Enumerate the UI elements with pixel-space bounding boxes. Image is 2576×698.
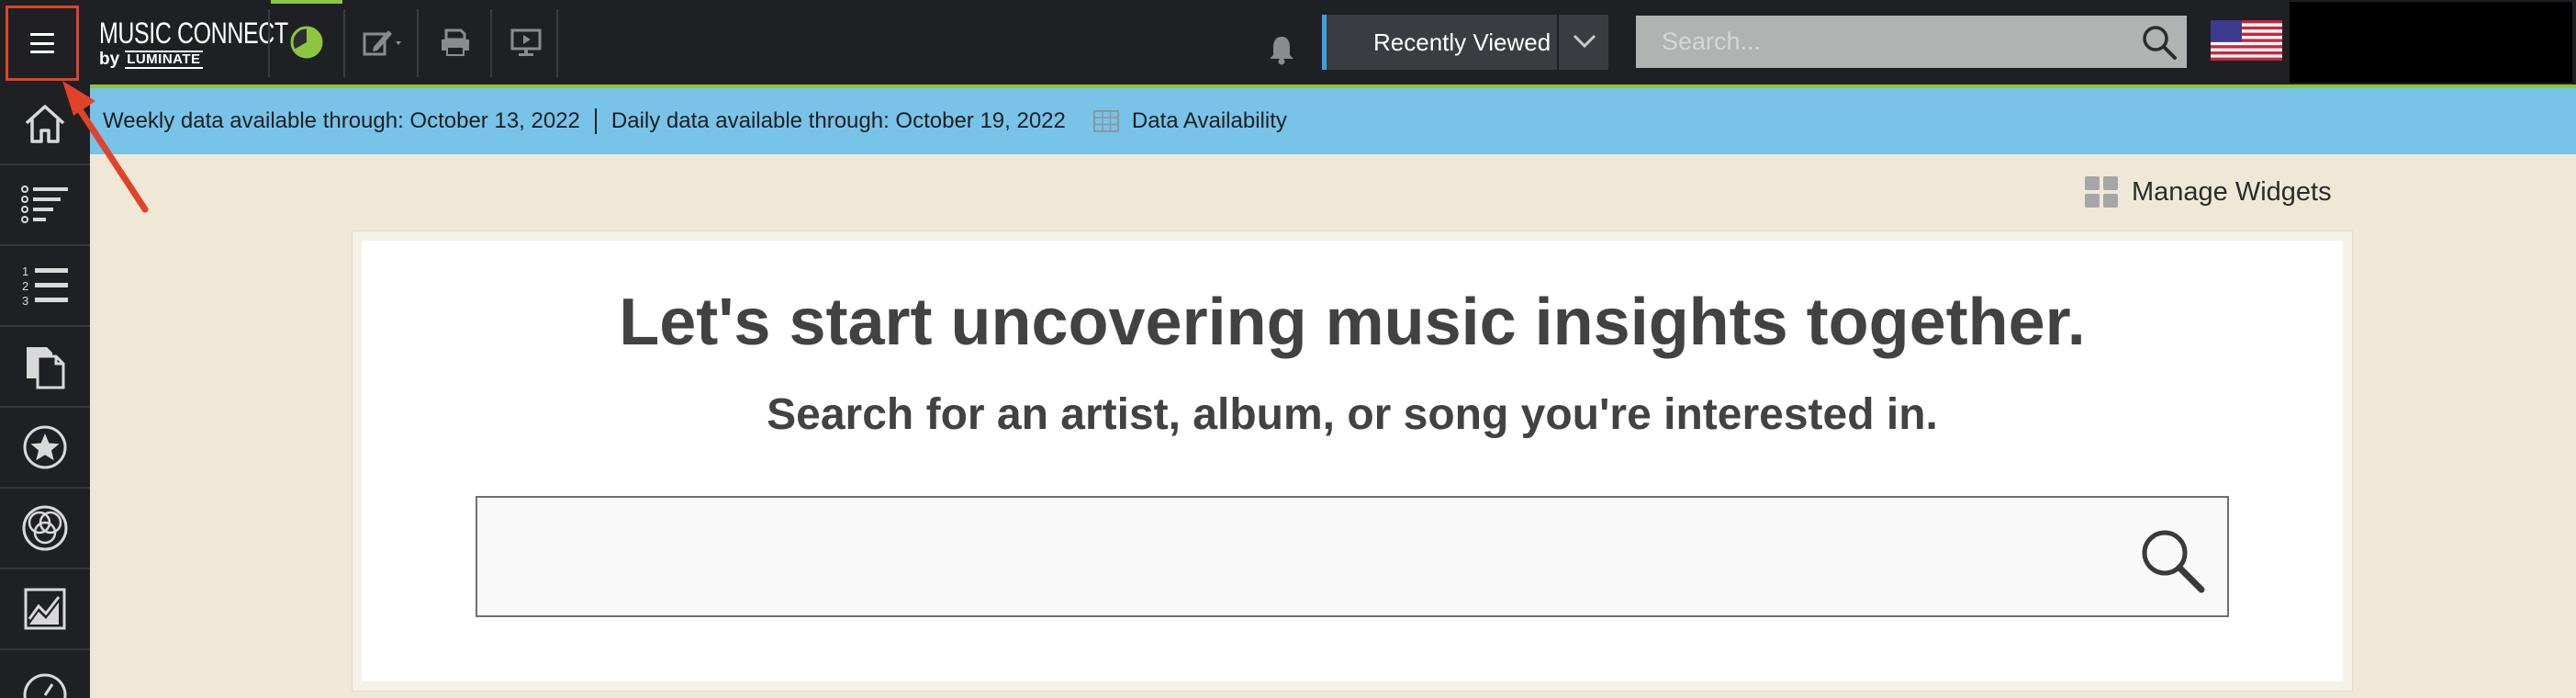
welcome-title: Let's start uncovering music insights to…	[619, 286, 2086, 359]
manage-widgets-label: Manage Widgets	[2132, 176, 2332, 207]
data-availability-bar: Weekly data available through: October 1…	[90, 88, 2576, 154]
annotation-arrow	[62, 81, 149, 213]
printer-icon	[442, 28, 469, 56]
chevron-down-icon	[1573, 34, 1596, 49]
toolbar-divider	[417, 9, 419, 77]
main-search-box[interactable]	[476, 496, 2229, 617]
weekly-data-note: Weekly data available through: October 1…	[103, 108, 580, 133]
widgets-grid-icon	[2085, 176, 2118, 208]
presentation-icon	[510, 28, 542, 56]
logo-title: MUSIC CONNECT	[99, 17, 288, 50]
top-navigation-bar: MUSIC CONNECT by LUMINATE Recently Viewe…	[0, 0, 2576, 84]
toolbar-divider	[268, 9, 270, 77]
sidebar-item-rankings[interactable]: 1 2 3	[0, 246, 90, 327]
recently-viewed-dropdown[interactable]: Recently Viewed	[1322, 15, 1608, 70]
presentation-button[interactable]	[494, 0, 558, 84]
sidebar-item-reports[interactable]	[0, 327, 90, 408]
toolbar-divider	[490, 9, 492, 77]
sidebar-item-gauge[interactable]	[0, 650, 90, 698]
recently-viewed-label: Recently Viewed	[1373, 28, 1551, 56]
star-icon	[23, 425, 67, 469]
sidebar-item-favorites[interactable]	[0, 408, 90, 489]
main-search-input[interactable]	[477, 498, 2227, 615]
account-menu[interactable]	[2290, 2, 2572, 83]
documents-icon	[27, 347, 65, 389]
sidebar-item-trends[interactable]	[0, 569, 90, 650]
hamburger-icon	[30, 33, 54, 53]
svg-text:1: 1	[22, 265, 28, 278]
global-search-input[interactable]: Search...	[1662, 28, 2132, 56]
search-button[interactable]	[2132, 16, 2187, 68]
trend-chart-icon	[24, 588, 66, 630]
edit-menu-button[interactable]	[347, 0, 417, 84]
dashboard-button[interactable]	[272, 0, 342, 84]
dropdown-divider	[1557, 15, 1559, 70]
venn-icon	[22, 505, 68, 551]
menu-toggle-button[interactable]	[6, 6, 79, 81]
daily-data-note: Daily data available through: October 19…	[610, 108, 1066, 133]
toolbar-divider	[556, 9, 558, 77]
ranked-list-icon: 1 2 3	[22, 265, 68, 308]
edit-icon	[363, 30, 401, 56]
search-icon[interactable]	[2137, 525, 2207, 595]
manage-widgets-button[interactable]: Manage Widgets	[2084, 174, 2332, 209]
pie-chart-icon	[290, 26, 323, 59]
gauge-icon	[23, 673, 67, 698]
us-flag-icon[interactable]	[2211, 20, 2282, 61]
print-button[interactable]	[420, 0, 490, 84]
table-grid-icon[interactable]	[1092, 110, 1119, 132]
welcome-subtitle: Search for an artist, album, or song you…	[767, 390, 1938, 439]
notification-bell-icon[interactable]	[1265, 33, 1298, 66]
toolbar-divider	[343, 9, 345, 77]
sidebar-item-compare[interactable]	[0, 489, 90, 569]
info-divider	[594, 108, 597, 134]
data-availability-link[interactable]: Data Availability	[1132, 108, 1287, 134]
welcome-search-card: Let's start uncovering music insights to…	[352, 231, 2353, 692]
global-search[interactable]: Search...	[1636, 16, 2187, 68]
search-icon	[2143, 25, 2177, 60]
logo-brand: LUMINATE	[125, 51, 203, 69]
logo-by: by	[99, 50, 120, 69]
svg-text:2: 2	[22, 279, 28, 293]
svg-text:3: 3	[22, 294, 28, 308]
